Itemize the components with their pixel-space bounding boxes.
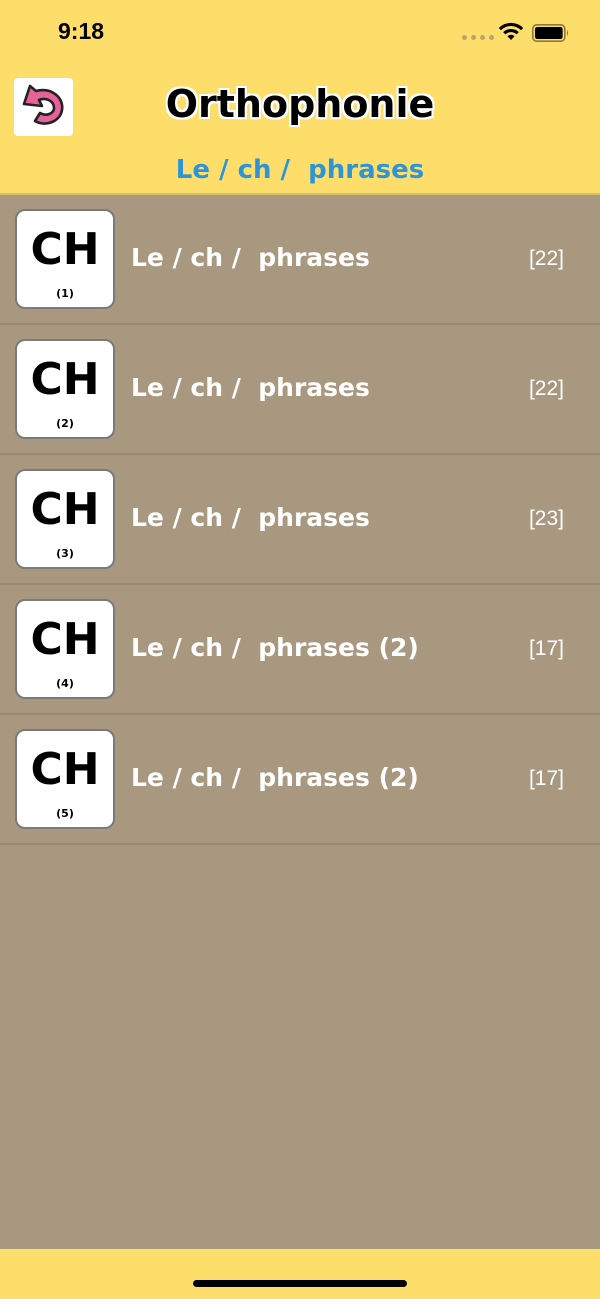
page-title: Orthophonie [165,82,435,126]
item-label: Le / ch / phrases (2) [131,633,419,662]
wifi-icon [498,22,524,40]
item-label: Le / ch / phrases [131,503,370,532]
status-bar: 9:18 [0,0,600,70]
list-item[interactable]: CH (1) Le / ch / phrases [22] [0,195,600,325]
header: Orthophonie Le / ch / phrases [0,70,600,195]
ch-tile[interactable]: CH (1) [15,209,115,309]
ch-tile[interactable]: CH (4) [15,599,115,699]
list-item[interactable]: CH (5) Le / ch / phrases (2) [17] [0,715,600,845]
item-count: [22] [528,247,564,270]
tile-letters: CH [30,744,100,795]
tile-number: (5) [56,807,74,820]
tile-number: (2) [56,417,74,430]
signal-dots-icon [462,35,498,41]
tile-letters: CH [30,224,100,275]
exercise-list: CH (1) Le / ch / phrases [22] CH (2) Le … [0,195,600,845]
list-item[interactable]: CH (3) Le / ch / phrases [23] [0,455,600,585]
item-label: Le / ch / phrases [131,243,370,272]
item-count: [23] [528,507,564,530]
item-count: [17] [528,637,564,660]
tile-number: (4) [56,677,74,690]
bottom-bar [0,1249,600,1299]
ch-tile[interactable]: CH (3) [15,469,115,569]
status-time: 9:18 [58,18,105,44]
list-item[interactable]: CH (4) Le / ch / phrases (2) [17] [0,585,600,715]
item-label: Le / ch / phrases (2) [131,763,419,792]
list-item[interactable]: CH (2) Le / ch / phrases [22] [0,325,600,455]
home-indicator[interactable] [193,1280,407,1287]
tile-letters: CH [30,614,100,665]
tile-number: (1) [56,287,74,300]
page-subtitle: Le / ch / phrases [175,155,425,185]
battery-icon [532,24,569,42]
tile-letters: CH [30,354,100,405]
item-count: [22] [528,377,564,400]
tile-letters: CH [30,484,100,535]
item-count: [17] [528,767,564,790]
ch-tile[interactable]: CH (5) [15,729,115,829]
ch-tile[interactable]: CH (2) [15,339,115,439]
tile-number: (3) [56,547,74,560]
item-label: Le / ch / phrases [131,373,370,402]
